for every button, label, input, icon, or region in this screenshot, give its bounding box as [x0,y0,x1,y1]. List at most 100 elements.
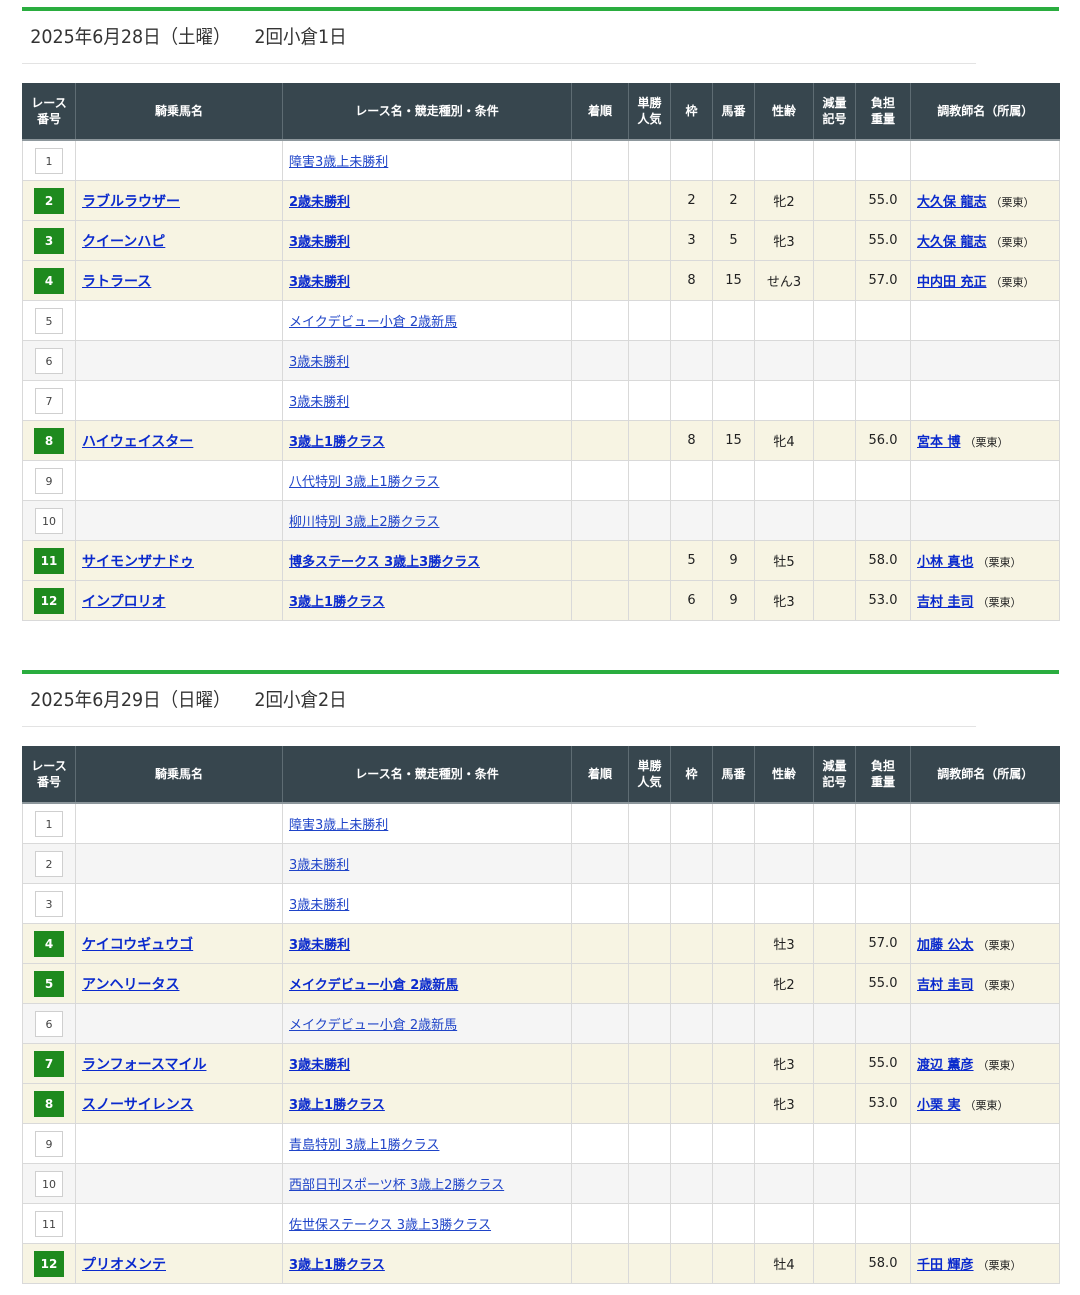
horse-number-cell: 9 [712,580,755,621]
race-link[interactable]: 3歳上1勝クラス [289,595,385,610]
trainer-link[interactable]: 宮本 博 [917,435,961,450]
reduction-cell [813,1163,856,1204]
race-name-cell: 3歳上1勝クラス [282,420,572,461]
horse-number-cell [712,1083,755,1124]
weight-cell: 55.0 [855,180,911,221]
race-link[interactable]: 3歳未勝利 [289,858,349,873]
popularity-cell [628,923,671,964]
finish-cell [571,1043,629,1084]
trainer-cell [910,1123,1060,1164]
race-link[interactable]: 障害3歳上未勝利 [289,155,388,170]
horse-link[interactable]: プリオメンテ [82,1257,166,1273]
race-link[interactable]: 八代特別 3歳上1勝クラス [289,475,439,490]
reduction-cell [813,380,856,421]
sex-age-cell: 牝4 [754,420,814,461]
race-number-cell: 11 [22,540,76,581]
trainer-link[interactable]: 中内田 充正 [917,275,987,290]
sex-age-cell [754,1003,814,1044]
sex-age-cell [754,139,814,181]
trainer-link[interactable]: 小林 真也 [917,555,974,570]
race-name-cell: メイクデビュー小倉 2歳新馬 [282,300,572,341]
sex-age-cell [754,460,814,501]
race-number-badge: 7 [34,1050,64,1077]
header-sex-age: 性齢 [754,746,814,804]
sex-age-cell [754,500,814,541]
horse-number-cell: 15 [712,420,755,461]
frame-cell [670,1203,713,1244]
race-row: 2 ラブルラウザー 2歳未勝利 2 2 牝2 55.0 大久保 龍志 （栗東） [22,180,1060,221]
race-row: 3 クイーンハピ 3歳未勝利 3 5 牝3 55.0 大久保 龍志 （栗東） [22,220,1060,261]
horse-link[interactable]: ラブルラウザー [82,194,180,210]
race-link[interactable]: メイクデビュー小倉 2歳新馬 [289,978,458,993]
horse-link[interactable]: サイモンザナドゥ [82,554,194,570]
trainer-link[interactable]: 小栗 実 [917,1098,961,1113]
trainer-link[interactable]: 渡辺 薫彦 [917,1058,974,1073]
frame-cell [670,380,713,421]
race-number-badge: 9 [35,467,63,494]
finish-cell [571,540,629,581]
horse-number-cell [712,1163,755,1204]
frame-cell: 2 [670,180,713,221]
sex-age-cell: 牝3 [754,580,814,621]
horse-link[interactable]: アンヘリータス [82,977,179,993]
trainer-link[interactable]: 吉村 圭司 [917,595,974,610]
horse-link[interactable]: スノーサイレンス [82,1097,193,1113]
trainer-link[interactable]: 加藤 公太 [917,938,974,953]
race-row: 4 ケイコウギュウゴ 3歳未勝利 牡3 57.0 加藤 公太 （栗東） [22,923,1060,964]
race-link[interactable]: メイクデビュー小倉 2歳新馬 [289,1018,457,1033]
reduction-cell [813,460,856,501]
race-link[interactable]: 3歳未勝利 [289,235,350,250]
finish-cell [571,220,629,261]
header-popularity: 単勝 人気 [628,83,671,141]
horse-link[interactable]: ラトラース [82,274,151,290]
weight-cell: 53.0 [855,580,911,621]
header-weight-reduction-line: 減量 [822,759,847,773]
trainer-link[interactable]: 千田 輝彦 [917,1258,974,1273]
finish-cell [571,963,629,1004]
finish-cell [571,843,629,884]
race-link[interactable]: 3歳未勝利 [289,395,349,410]
race-link[interactable]: 3歳未勝利 [289,355,349,370]
horse-link[interactable]: クイーンハピ [82,234,165,250]
race-link[interactable]: 博多ステークス 3歳上3勝クラス [289,555,480,570]
weight-cell [855,1003,911,1044]
race-link[interactable]: 3歳未勝利 [289,938,350,953]
trainer-link[interactable]: 吉村 圭司 [917,978,974,993]
day-meeting: 2回小倉1日 [254,26,347,48]
race-link[interactable]: メイクデビュー小倉 2歳新馬 [289,315,457,330]
race-link[interactable]: 3歳未勝利 [289,275,350,290]
horse-cell [75,300,283,341]
race-link[interactable]: 柳川特別 3歳上2勝クラス [289,515,439,530]
race-row: 10 柳川特別 3歳上2勝クラス [22,500,1060,541]
popularity-cell [628,139,671,181]
frame-cell [670,1003,713,1044]
horse-link[interactable]: インプロリオ [82,594,166,610]
race-link[interactable]: 障害3歳上未勝利 [289,818,388,833]
finish-cell [571,883,629,924]
race-link[interactable]: 3歳上1勝クラス [289,1258,385,1273]
trainer-link[interactable]: 大久保 龍志 [917,195,987,210]
horse-cell: インプロリオ [75,580,283,621]
weight-cell [855,139,911,181]
header-popularity: 単勝 人気 [628,746,671,804]
race-name-cell: 3歳未勝利 [282,260,572,301]
race-link[interactable]: 3歳未勝利 [289,898,349,913]
race-link[interactable]: 佐世保ステークス 3歳上3勝クラス [289,1218,491,1233]
horse-link[interactable]: ハイウェイスター [82,434,193,450]
trainer-cell: 吉村 圭司 （栗東） [910,963,1060,1004]
race-link[interactable]: 西部日刊スポーツ杯 3歳上2勝クラス [289,1178,504,1193]
race-link[interactable]: 3歳未勝利 [289,1058,350,1073]
race-link[interactable]: 3歳上1勝クラス [289,1098,385,1113]
trainer-cell [910,802,1060,844]
race-number-cell: 2 [22,843,76,884]
race-link[interactable]: 2歳未勝利 [289,195,350,210]
race-link[interactable]: 青島特別 3歳上1勝クラス [289,1138,439,1153]
reduction-cell [813,139,856,181]
trainer-link[interactable]: 大久保 龍志 [917,235,987,250]
horse-number-cell [712,139,755,181]
finish-cell [571,1123,629,1164]
race-number-badge: 11 [35,1210,63,1237]
horse-link[interactable]: ケイコウギュウゴ [82,937,193,953]
race-link[interactable]: 3歳上1勝クラス [289,435,385,450]
horse-link[interactable]: ランフォースマイル [82,1057,206,1073]
